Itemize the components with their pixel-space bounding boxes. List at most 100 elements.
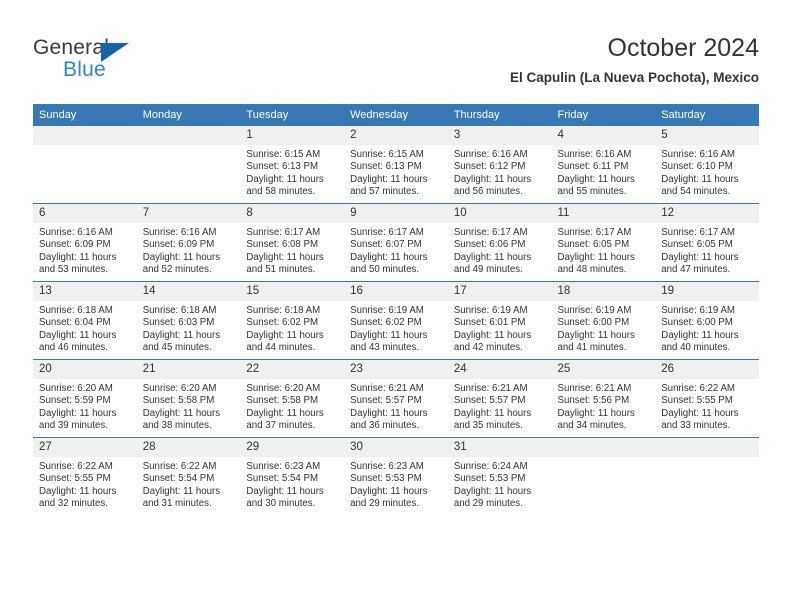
sunset-time: Sunset: 5:53 PM: [350, 473, 422, 485]
day-details: Sunrise: 6:22 AM Sunset: 5:55 PM Daylight:…: [33, 457, 137, 511]
sunset-time: Sunset: 6:13 PM: [350, 161, 422, 173]
general-blue-logo[interactable]: General Blue: [33, 36, 273, 90]
sunrise-time: Sunrise: 6:17 AM: [453, 227, 528, 238]
day-details: Sunrise: 6:19 AM Sunset: 6:02 PM Daylight:…: [344, 301, 448, 355]
day-details: Sunrise: 6:16 AM Sunset: 6:09 PM Daylight:…: [33, 223, 137, 277]
calendar-day-cell[interactable]: 24 Sunrise: 6:21 AM Sunset: 5:57 PM Dayligh…: [447, 359, 552, 438]
day-number: 7: [136, 204, 241, 223]
daylight-duration-line1: Daylight: 11 hours: [350, 329, 428, 341]
sunset-time: Sunset: 6:09 PM: [142, 239, 215, 251]
day-details: Sunrise: 6:22 AM Sunset: 5:54 PM Daylight:…: [137, 457, 241, 511]
day-details: Sunrise: 6:19 AM Sunset: 6:00 PM Daylight:…: [552, 301, 656, 355]
daylight-duration-line1: Daylight: 11 hours: [661, 329, 739, 341]
sunset-time: Sunset: 6:04 PM: [39, 317, 111, 329]
day-details: Sunrise: 6:17 AM Sunset: 6:05 PM Daylight:…: [552, 223, 656, 277]
daylight-duration-line2: and 53 minutes.: [39, 264, 108, 276]
day-number: 11: [551, 204, 656, 223]
sunset-time: Sunset: 5:57 PM: [453, 395, 526, 407]
daylight-duration-line2: and 52 minutes.: [142, 264, 212, 276]
daylight-duration-line2: and 41 minutes.: [557, 342, 627, 354]
sunset-time: Sunset: 6:05 PM: [557, 239, 630, 251]
calendar-day-cell[interactable]: 16 Sunrise: 6:19 AM Sunset: 6:02 PM Dayligh…: [344, 281, 448, 360]
calendar-day-cell[interactable]: 3 Sunrise: 6:16 AM Sunset: 6:12 PM Daylight…: [447, 126, 552, 204]
calendar-day-cell[interactable]: 5 Sunrise: 6:16 AM Sunset: 6:10 PM Daylight…: [655, 126, 759, 204]
sunset-time: Sunset: 6:00 PM: [661, 317, 733, 329]
calendar-day-cell[interactable]: 22 Sunrise: 6:20 AM Sunset: 5:58 PM Dayligh…: [240, 359, 345, 438]
daylight-duration-line1: Daylight: 11 hours: [246, 251, 324, 263]
day-number: 21: [136, 360, 241, 379]
calendar-day-cell[interactable]: 21 Sunrise: 6:20 AM Sunset: 5:58 PM Dayligh…: [136, 359, 241, 438]
calendar-week-row: 27 Sunrise: 6:22 AM Sunset: 5:55 PM Dayligh…: [33, 437, 759, 515]
day-details: Sunrise: 6:17 AM Sunset: 6:08 PM Daylight:…: [240, 223, 344, 277]
calendar-day-cell[interactable]: 7 Sunrise: 6:16 AM Sunset: 6:09 PM Daylight…: [136, 203, 241, 282]
sunrise-time: Sunrise: 6:17 AM: [557, 227, 632, 238]
sunset-time: Sunset: 6:08 PM: [246, 239, 319, 251]
day-number: 28: [136, 438, 241, 457]
daylight-duration-line2: and 38 minutes.: [142, 420, 212, 432]
sunrise-time: Sunrise: 6:16 AM: [39, 227, 113, 238]
calendar-day-cell[interactable]: 4 Sunrise: 6:16 AM Sunset: 6:11 PM Daylight…: [551, 126, 656, 204]
day-details: Sunrise: 6:18 AM Sunset: 6:04 PM Daylight:…: [33, 301, 137, 355]
calendar-day-cell[interactable]: 8 Sunrise: 6:17 AM Sunset: 6:08 PM Daylight…: [240, 203, 345, 282]
sunset-time: Sunset: 5:56 PM: [557, 395, 630, 407]
daylight-duration-line1: Daylight: 11 hours: [246, 329, 324, 341]
day-details: Sunrise: 6:21 AM Sunset: 5:57 PM Daylight:…: [448, 379, 552, 433]
sunrise-time: Sunrise: 6:22 AM: [39, 461, 113, 472]
sunrise-time: Sunrise: 6:15 AM: [246, 149, 321, 160]
sunset-time: Sunset: 5:54 PM: [142, 473, 215, 485]
calendar-day-cell[interactable]: 18 Sunrise: 6:19 AM Sunset: 6:00 PM Dayligh…: [551, 281, 656, 360]
page-header: General Blue October 2024 El Capulin (La…: [0, 0, 792, 100]
calendar-day-cell[interactable]: 30 Sunrise: 6:23 AM Sunset: 5:53 PM Dayligh…: [344, 437, 448, 515]
daylight-duration-line1: Daylight: 11 hours: [350, 173, 428, 185]
day-number: 31: [447, 438, 552, 457]
daylight-duration-line2: and 30 minutes.: [246, 498, 316, 510]
day-details: Sunrise: 6:18 AM Sunset: 6:02 PM Daylight:…: [240, 301, 344, 355]
sunset-time: Sunset: 6:00 PM: [557, 317, 630, 329]
calendar-day-cell[interactable]: 19 Sunrise: 6:19 AM Sunset: 6:00 PM Dayligh…: [655, 281, 759, 360]
calendar-day-cell[interactable]: 26 Sunrise: 6:22 AM Sunset: 5:55 PM Dayligh…: [655, 359, 759, 438]
sunrise-time: Sunrise: 6:18 AM: [142, 305, 217, 316]
calendar-day-cell[interactable]: 31 Sunrise: 6:24 AM Sunset: 5:53 PM Dayligh…: [447, 437, 552, 515]
daylight-duration-line2: and 42 minutes.: [453, 342, 523, 354]
sunrise-time: Sunrise: 6:19 AM: [350, 305, 424, 316]
day-details: Sunrise: 6:19 AM Sunset: 6:01 PM Daylight:…: [448, 301, 552, 355]
calendar-day-cell[interactable]: 10 Sunrise: 6:17 AM Sunset: 6:06 PM Dayligh…: [447, 203, 552, 282]
calendar-day-cell[interactable]: 14 Sunrise: 6:18 AM Sunset: 6:03 PM Dayligh…: [136, 281, 241, 360]
day-number: 29: [240, 438, 345, 457]
calendar-day-cell[interactable]: 1 Sunrise: 6:15 AM Sunset: 6:13 PM Daylight…: [240, 126, 345, 204]
calendar-day-cell[interactable]: 28 Sunrise: 6:22 AM Sunset: 5:54 PM Dayligh…: [136, 437, 241, 515]
daylight-duration-line2: and 44 minutes.: [246, 342, 316, 354]
daylight-duration-line1: Daylight: 11 hours: [557, 407, 635, 419]
calendar-day-cell[interactable]: 20 Sunrise: 6:20 AM Sunset: 5:59 PM Dayligh…: [33, 359, 137, 438]
calendar-day-cell[interactable]: 17 Sunrise: 6:19 AM Sunset: 6:01 PM Dayligh…: [447, 281, 552, 360]
calendar-day-cell[interactable]: 9 Sunrise: 6:17 AM Sunset: 6:07 PM Daylight…: [344, 203, 448, 282]
sunrise-time: Sunrise: 6:22 AM: [661, 383, 735, 394]
day-details: Sunrise: 6:17 AM Sunset: 6:06 PM Daylight:…: [448, 223, 552, 277]
daylight-duration-line2: and 47 minutes.: [661, 264, 731, 276]
daylight-duration-line2: and 58 minutes.: [246, 186, 316, 198]
sunrise-time: Sunrise: 6:21 AM: [557, 383, 632, 394]
daylight-duration-line1: Daylight: 11 hours: [246, 173, 324, 185]
calendar-day-cell[interactable]: 15 Sunrise: 6:18 AM Sunset: 6:02 PM Dayligh…: [240, 281, 345, 360]
sunrise-time: Sunrise: 6:16 AM: [453, 149, 528, 160]
calendar-day-cell[interactable]: 23 Sunrise: 6:21 AM Sunset: 5:57 PM Dayligh…: [344, 359, 448, 438]
calendar-day-cell[interactable]: 2 Sunrise: 6:15 AM Sunset: 6:13 PM Daylight…: [344, 126, 448, 204]
sunrise-time: Sunrise: 6:21 AM: [350, 383, 424, 394]
calendar-day-cell[interactable]: 6 Sunrise: 6:16 AM Sunset: 6:09 PM Daylight…: [33, 203, 137, 282]
day-details: Sunrise: 6:17 AM Sunset: 6:07 PM Daylight:…: [344, 223, 448, 277]
brand-name-general: General: [33, 36, 110, 59]
calendar-day-cell[interactable]: 12 Sunrise: 6:17 AM Sunset: 6:05 PM Dayligh…: [655, 203, 759, 282]
daylight-duration-line1: Daylight: 11 hours: [661, 173, 739, 185]
daylight-duration-line1: Daylight: 11 hours: [557, 329, 635, 341]
sunset-time: Sunset: 6:10 PM: [661, 161, 733, 173]
calendar-day-cell[interactable]: 13 Sunrise: 6:18 AM Sunset: 6:04 PM Dayligh…: [33, 281, 137, 360]
sunrise-time: Sunrise: 6:22 AM: [142, 461, 217, 472]
calendar-day-cell[interactable]: 11 Sunrise: 6:17 AM Sunset: 6:05 PM Dayligh…: [551, 203, 656, 282]
calendar-day-cell[interactable]: 29 Sunrise: 6:23 AM Sunset: 5:54 PM Dayligh…: [240, 437, 345, 515]
calendar-day-cell[interactable]: 25 Sunrise: 6:21 AM Sunset: 5:56 PM Dayligh…: [551, 359, 656, 438]
daylight-duration-line2: and 56 minutes.: [453, 186, 523, 198]
daylight-duration-line2: and 43 minutes.: [350, 342, 420, 354]
calendar-day-cell[interactable]: 27 Sunrise: 6:22 AM Sunset: 5:55 PM Dayligh…: [33, 437, 137, 515]
daylight-duration-line1: Daylight: 11 hours: [453, 251, 532, 263]
daylight-duration-line2: and 48 minutes.: [557, 264, 627, 276]
